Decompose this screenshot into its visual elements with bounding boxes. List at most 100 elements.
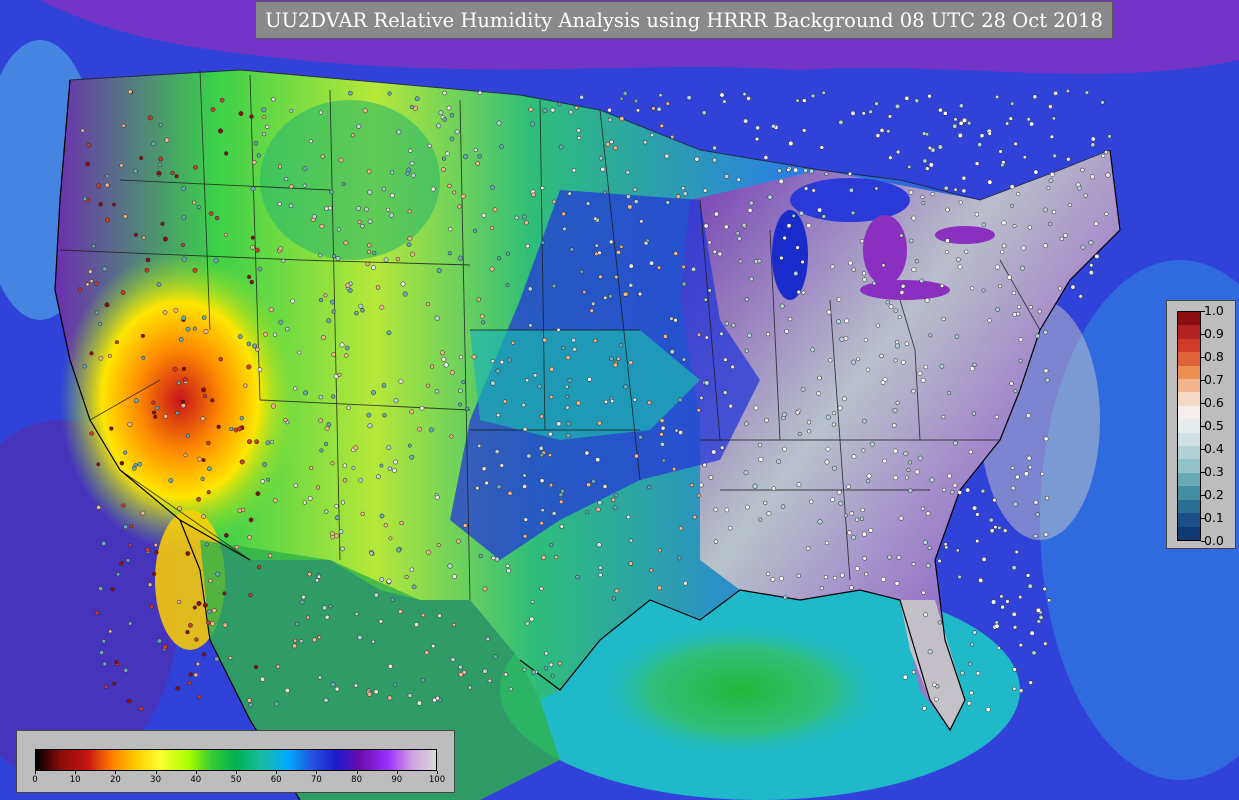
station-dot bbox=[490, 359, 495, 364]
station-dot bbox=[529, 616, 535, 622]
station-dot bbox=[367, 243, 372, 248]
station-dot bbox=[742, 92, 747, 97]
station-dot bbox=[246, 341, 252, 347]
station-dot bbox=[234, 544, 240, 550]
station-dot bbox=[611, 497, 616, 502]
station-dot bbox=[482, 668, 488, 674]
station-dot bbox=[763, 155, 769, 160]
station-dot bbox=[414, 622, 419, 628]
station-dot bbox=[360, 308, 365, 313]
station-dot bbox=[927, 649, 933, 655]
station-dot bbox=[473, 147, 478, 153]
station-dot bbox=[1029, 630, 1035, 636]
station-dot bbox=[328, 604, 333, 609]
station-dot bbox=[1100, 100, 1105, 105]
station-dot bbox=[838, 119, 844, 125]
station-dot bbox=[941, 414, 946, 419]
station-dot bbox=[85, 198, 91, 203]
rh-colorbar-scale bbox=[35, 749, 437, 771]
station-dot bbox=[737, 236, 742, 242]
station-dot bbox=[856, 356, 861, 361]
station-dot bbox=[1008, 116, 1013, 121]
station-dot bbox=[386, 207, 390, 212]
station-dot bbox=[219, 97, 225, 103]
station-dot bbox=[85, 161, 91, 167]
station-dot bbox=[866, 473, 872, 479]
station-dot bbox=[539, 521, 544, 526]
station-dot bbox=[292, 643, 298, 649]
station-dot bbox=[89, 431, 94, 436]
station-dot bbox=[141, 235, 146, 240]
station-dot bbox=[862, 418, 867, 424]
station-dot bbox=[723, 390, 728, 395]
station-dot bbox=[886, 129, 891, 134]
station-dot bbox=[584, 450, 590, 456]
station-dot bbox=[331, 352, 336, 357]
station-dot bbox=[795, 245, 800, 250]
station-dot bbox=[922, 706, 927, 711]
rh-colorbar-tick-label: 30 bbox=[150, 775, 162, 785]
station-dot bbox=[975, 539, 980, 544]
station-dot bbox=[645, 238, 650, 243]
station-dot bbox=[229, 426, 234, 431]
station-dot bbox=[354, 310, 359, 316]
station-dot bbox=[567, 378, 573, 383]
station-dot bbox=[449, 434, 454, 439]
station-dot bbox=[364, 206, 370, 212]
station-dot bbox=[972, 362, 977, 367]
station-dot bbox=[920, 506, 925, 511]
station-dot bbox=[900, 283, 906, 289]
station-dot bbox=[1026, 455, 1032, 461]
station-dot bbox=[731, 323, 736, 328]
station-dot bbox=[854, 566, 860, 571]
station-dot bbox=[713, 507, 719, 512]
station-dot bbox=[673, 251, 679, 256]
station-dot bbox=[156, 170, 162, 176]
station-dot bbox=[831, 422, 836, 427]
station-colorbar: 1.0 0.9 0.8 0.7 0.6 0.5 0.4 0.3 0.2 0.1 0.0 bbox=[1166, 300, 1236, 549]
station-dot bbox=[185, 433, 190, 438]
station-colorbar-tick-label: 0.8 bbox=[1204, 349, 1224, 364]
station-dot bbox=[1011, 565, 1017, 571]
station-dot bbox=[556, 327, 561, 332]
station-dot bbox=[187, 680, 192, 686]
station-dot bbox=[911, 562, 916, 567]
station-dot bbox=[125, 558, 131, 563]
station-dot bbox=[145, 257, 151, 263]
station-dot bbox=[107, 353, 112, 358]
station-dot bbox=[748, 200, 754, 206]
station-dot bbox=[996, 646, 1001, 651]
station-dot bbox=[952, 482, 958, 488]
station-dot bbox=[681, 357, 687, 362]
station-dot bbox=[343, 353, 349, 358]
station-dot bbox=[248, 702, 254, 708]
station-dot bbox=[452, 622, 456, 627]
station-dot bbox=[635, 108, 641, 113]
station-dot bbox=[887, 554, 893, 560]
station-dot bbox=[121, 503, 126, 508]
station-dot bbox=[699, 395, 704, 400]
station-dot bbox=[836, 489, 842, 495]
station-dot bbox=[396, 129, 402, 135]
station-dot bbox=[1046, 185, 1051, 190]
station-dot bbox=[907, 164, 912, 169]
station-dot bbox=[868, 109, 873, 115]
station-dot bbox=[164, 137, 170, 143]
station-dot bbox=[175, 411, 180, 416]
station-dot bbox=[548, 662, 554, 667]
gulf-green-core bbox=[590, 620, 890, 760]
station-dot bbox=[594, 243, 599, 248]
station-dot bbox=[309, 465, 314, 471]
station-dot bbox=[147, 582, 153, 587]
station-dot bbox=[978, 577, 984, 583]
station-dot bbox=[784, 329, 789, 334]
station-dot bbox=[539, 478, 545, 484]
station-dot bbox=[332, 254, 337, 259]
station-dot bbox=[343, 240, 349, 246]
station-dot bbox=[554, 555, 559, 560]
station-dot bbox=[892, 407, 898, 413]
station-dot bbox=[817, 207, 823, 213]
station-dot bbox=[1049, 134, 1054, 139]
station-dot bbox=[1059, 236, 1064, 242]
station-dot bbox=[1062, 232, 1068, 238]
